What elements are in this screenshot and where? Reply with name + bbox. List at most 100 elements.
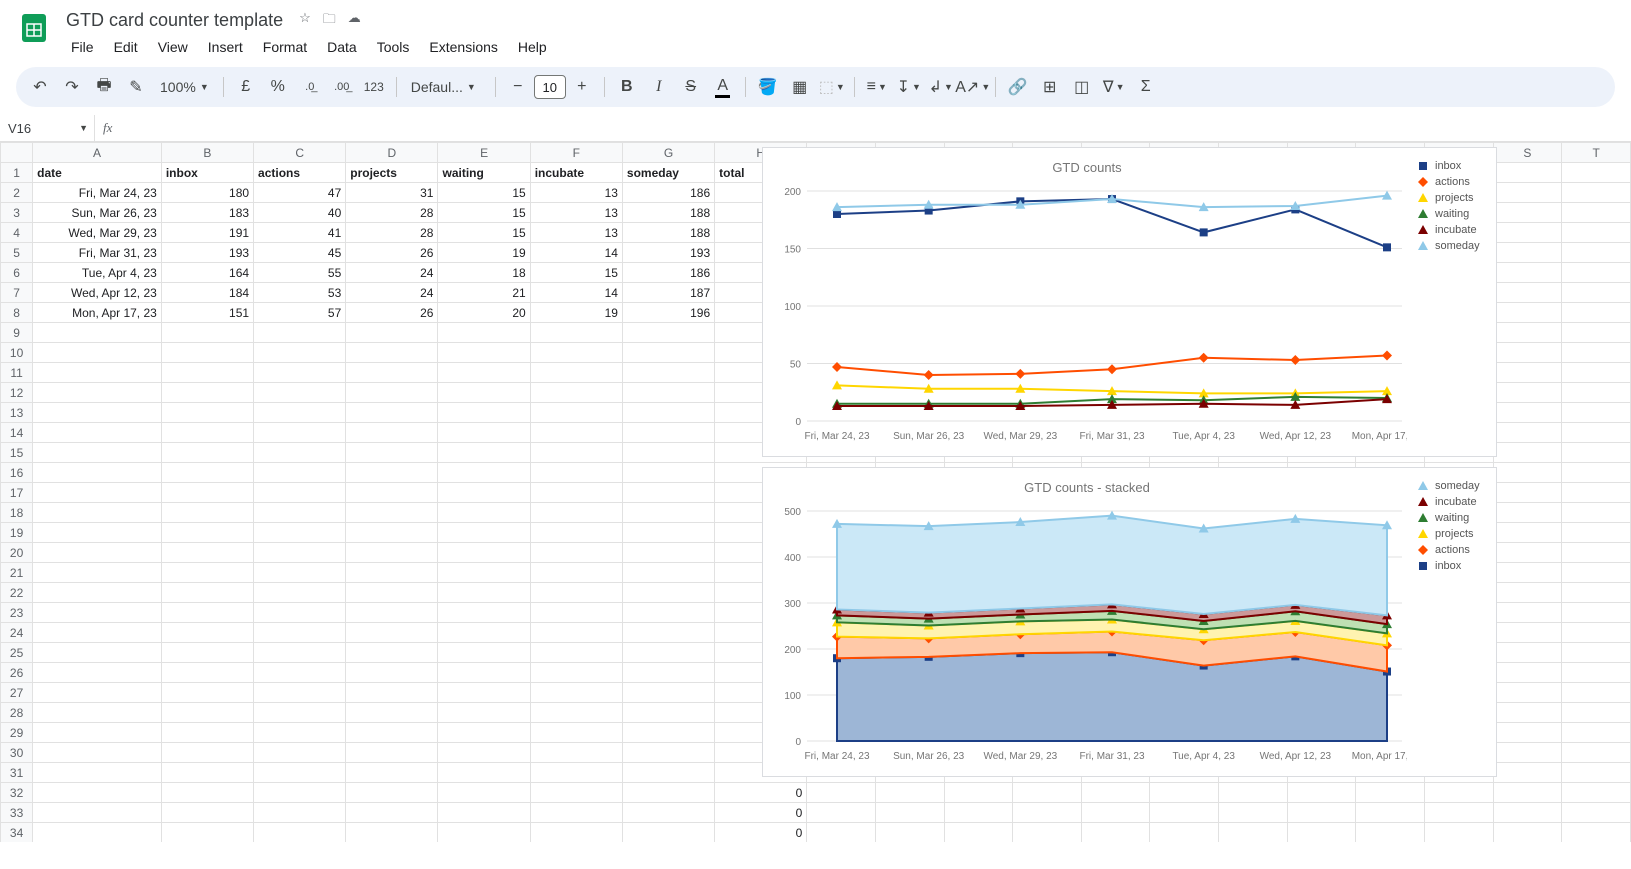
cell[interactable] — [438, 443, 530, 463]
cell[interactable] — [254, 583, 346, 603]
cell[interactable] — [1493, 203, 1562, 223]
cell[interactable] — [530, 723, 622, 743]
cell[interactable] — [1081, 803, 1150, 823]
cell[interactable] — [622, 803, 714, 823]
cell[interactable] — [346, 663, 438, 683]
cell[interactable]: 19 — [438, 243, 530, 263]
cell[interactable] — [254, 763, 346, 783]
cell[interactable] — [530, 823, 622, 843]
cell[interactable] — [1287, 803, 1356, 823]
row-header[interactable]: 24 — [1, 623, 33, 643]
cell[interactable]: 151 — [161, 303, 253, 323]
row-header[interactable]: 9 — [1, 323, 33, 343]
cell[interactable]: 55 — [254, 263, 346, 283]
cell[interactable]: Fri, Mar 24, 23 — [33, 183, 162, 203]
cell[interactable] — [1493, 743, 1562, 763]
cell[interactable] — [346, 743, 438, 763]
cell[interactable] — [33, 383, 162, 403]
cell[interactable] — [622, 463, 714, 483]
cell[interactable]: 57 — [254, 303, 346, 323]
cell[interactable]: 13 — [530, 203, 622, 223]
cell[interactable] — [254, 383, 346, 403]
cell[interactable] — [1493, 303, 1562, 323]
cell[interactable] — [254, 683, 346, 703]
zoom-dropdown[interactable]: 100%▼ — [154, 79, 215, 95]
cell[interactable] — [530, 343, 622, 363]
cell[interactable] — [161, 423, 253, 443]
cell[interactable] — [438, 783, 530, 803]
cell[interactable] — [254, 463, 346, 483]
cell[interactable] — [530, 463, 622, 483]
cell[interactable] — [1493, 323, 1562, 343]
cell[interactable] — [161, 583, 253, 603]
row-header[interactable]: 22 — [1, 583, 33, 603]
cell[interactable] — [161, 743, 253, 763]
cell[interactable]: 186 — [622, 263, 714, 283]
row-header[interactable]: 1 — [1, 163, 33, 183]
cell[interactable] — [346, 403, 438, 423]
cell[interactable] — [254, 783, 346, 803]
row-header[interactable]: 12 — [1, 383, 33, 403]
cell[interactable] — [1493, 383, 1562, 403]
cell[interactable] — [1493, 803, 1562, 823]
cell[interactable] — [530, 523, 622, 543]
cell[interactable] — [1493, 283, 1562, 303]
cell[interactable]: Tue, Apr 4, 23 — [33, 263, 162, 283]
cell[interactable] — [346, 703, 438, 723]
cell[interactable] — [346, 803, 438, 823]
cell[interactable] — [254, 663, 346, 683]
cell[interactable] — [438, 583, 530, 603]
cell[interactable] — [33, 323, 162, 343]
cell[interactable] — [530, 783, 622, 803]
cell[interactable]: 180 — [161, 183, 253, 203]
document-title[interactable]: GTD card counter template — [62, 8, 287, 33]
cell[interactable] — [161, 323, 253, 343]
column-header[interactable]: B — [161, 143, 253, 163]
sheet-area[interactable]: ABCDEFGHIJKLMNOPQRST1dateinboxactionspro… — [0, 142, 1631, 842]
cell[interactable] — [438, 723, 530, 743]
cell[interactable]: 13 — [530, 223, 622, 243]
cell[interactable] — [530, 623, 622, 643]
cell[interactable] — [254, 343, 346, 363]
cell[interactable] — [33, 663, 162, 683]
cell[interactable] — [1356, 823, 1425, 843]
cell[interactable]: 21 — [438, 283, 530, 303]
row-header[interactable]: 4 — [1, 223, 33, 243]
cell[interactable] — [622, 783, 714, 803]
cell[interactable] — [1562, 703, 1631, 723]
cell[interactable] — [254, 543, 346, 563]
cell[interactable] — [346, 623, 438, 643]
increase-font-button[interactable]: + — [568, 73, 596, 101]
text-color-button[interactable]: A — [709, 73, 737, 101]
cell[interactable] — [161, 763, 253, 783]
row-header[interactable]: 2 — [1, 183, 33, 203]
cell[interactable] — [346, 343, 438, 363]
cell[interactable] — [1562, 243, 1631, 263]
cell[interactable] — [530, 563, 622, 583]
cell[interactable] — [1562, 603, 1631, 623]
cell[interactable] — [1562, 483, 1631, 503]
cell[interactable] — [161, 563, 253, 583]
cell[interactable] — [1562, 583, 1631, 603]
cell[interactable]: 183 — [161, 203, 253, 223]
cell[interactable]: 26 — [346, 243, 438, 263]
cell[interactable] — [1424, 783, 1493, 803]
cell[interactable] — [346, 383, 438, 403]
cell[interactable] — [1493, 483, 1562, 503]
cell[interactable] — [1562, 503, 1631, 523]
cell[interactable]: 15 — [438, 203, 530, 223]
cell[interactable] — [1562, 783, 1631, 803]
cell[interactable]: 0 — [715, 803, 807, 823]
cell[interactable] — [1150, 803, 1219, 823]
cell[interactable] — [438, 503, 530, 523]
cell[interactable] — [944, 783, 1013, 803]
column-header[interactable]: G — [622, 143, 714, 163]
cell[interactable] — [530, 363, 622, 383]
cell[interactable]: 0 — [715, 783, 807, 803]
cell[interactable] — [254, 803, 346, 823]
text-rotation-button[interactable]: A↗▼ — [959, 73, 987, 101]
menu-insert[interactable]: Insert — [199, 35, 252, 59]
cell[interactable]: 184 — [161, 283, 253, 303]
cell[interactable] — [807, 803, 876, 823]
cell[interactable] — [1562, 283, 1631, 303]
